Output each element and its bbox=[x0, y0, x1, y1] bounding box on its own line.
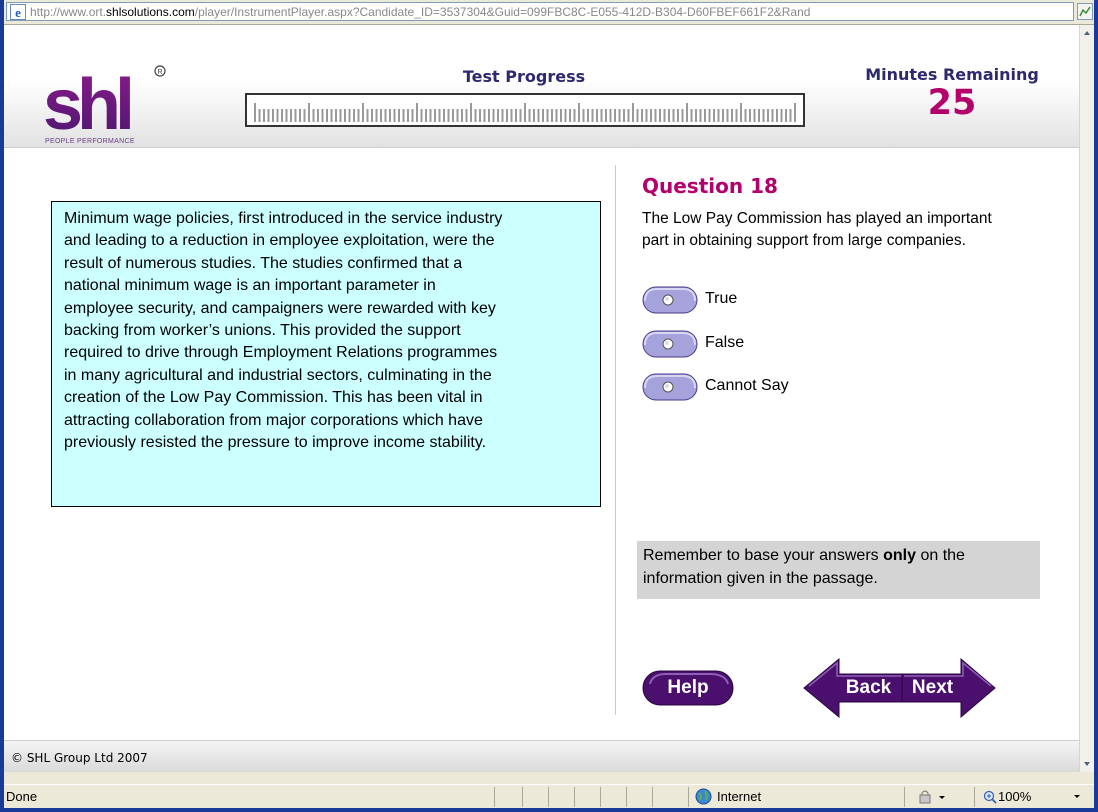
passage-line: in many agricultural and industrial sect… bbox=[64, 366, 492, 384]
question-title: Question 18 bbox=[642, 174, 778, 198]
footer: © SHL Group Ltd 2007 bbox=[4, 740, 1079, 772]
zone-label: Internet bbox=[717, 789, 762, 804]
window-border bbox=[0, 808, 1098, 812]
status-bar: Done Internet 100% bbox=[4, 784, 1094, 809]
reminder-note: Remember to base your answers only on th… bbox=[637, 541, 1040, 599]
passage-line: backing from worker’s unions. This provi… bbox=[64, 322, 461, 340]
passage-line: national minimum wage is an important pa… bbox=[64, 277, 436, 295]
ie-page-icon: e bbox=[10, 3, 26, 20]
question-statement: The Low Pay Commission has played an imp… bbox=[642, 208, 992, 252]
window-gap bbox=[4, 772, 1094, 784]
status-panel bbox=[652, 787, 688, 807]
option-label: True bbox=[705, 290, 738, 307]
help-button[interactable]: Help bbox=[642, 670, 734, 706]
next-button[interactable]: Next bbox=[901, 657, 996, 719]
status-panel bbox=[600, 787, 626, 807]
status-panel bbox=[548, 787, 574, 807]
radio-icon[interactable] bbox=[642, 285, 698, 315]
svg-text:e: e bbox=[15, 5, 21, 20]
radio-icon[interactable] bbox=[642, 329, 698, 359]
minutes-title: Minutes Remaining bbox=[865, 65, 1039, 84]
reminder-line: Remember to base your answers only on th… bbox=[643, 547, 965, 564]
svg-text:PEOPLE PERFORMANCE: PEOPLE PERFORMANCE bbox=[45, 138, 135, 145]
status-panel bbox=[522, 787, 548, 807]
shl-logo: shl R PEOPLE PERFORMANCE bbox=[43, 65, 166, 145]
passage: Minimum wage policies, first introduced … bbox=[51, 201, 601, 507]
scroll-down-icon[interactable] bbox=[1080, 755, 1094, 772]
question-line: part in obtaining support from large com… bbox=[642, 232, 966, 249]
passage-line: previously resisted the pressure to impr… bbox=[64, 434, 487, 452]
globe-icon bbox=[695, 788, 712, 805]
option-label: False bbox=[705, 334, 745, 351]
scroll-up-icon[interactable] bbox=[1080, 25, 1094, 42]
progress-bar bbox=[245, 93, 805, 127]
address-bar: e http://www.ort.shlsolutions.com/player… bbox=[4, 0, 1094, 25]
svg-text:R: R bbox=[157, 69, 162, 76]
minutes-remaining: 25 bbox=[927, 83, 977, 123]
zoom-icon[interactable] bbox=[983, 790, 997, 804]
zone-panel: Internet bbox=[688, 787, 904, 807]
copyright-text: © SHL Group Ltd 2007 bbox=[11, 751, 148, 765]
header: shl R PEOPLE PERFORMANCE Test Progress M… bbox=[4, 25, 1079, 148]
page-content: shl R PEOPLE PERFORMANCE Test Progress M… bbox=[4, 25, 1079, 772]
radio-icon[interactable] bbox=[642, 372, 698, 402]
status-panel bbox=[626, 787, 652, 807]
reminder-line: information given in the passage. bbox=[643, 570, 878, 587]
status-panel bbox=[494, 787, 522, 807]
passage-line: required to drive through Employment Rel… bbox=[64, 344, 498, 362]
chevron-down-icon[interactable] bbox=[1073, 794, 1081, 800]
passage-line: creation of the Low Pay Commission. This… bbox=[64, 389, 483, 407]
vertical-scrollbar[interactable] bbox=[1079, 25, 1094, 772]
option-false[interactable]: False bbox=[642, 329, 942, 359]
status-panel bbox=[574, 787, 600, 807]
progress-ticks bbox=[254, 103, 796, 122]
url-field[interactable]: e http://www.ort.shlsolutions.com/player… bbox=[6, 2, 1074, 21]
zoom-level: 100% bbox=[998, 789, 1032, 804]
svg-text:shl: shl bbox=[43, 65, 130, 145]
compatibility-icon[interactable] bbox=[1077, 3, 1093, 20]
option-cannot-say[interactable]: Cannot Say bbox=[642, 372, 942, 402]
column-divider bbox=[615, 165, 616, 715]
option-true[interactable]: True bbox=[642, 285, 942, 315]
progress-title: Test Progress bbox=[462, 67, 586, 86]
protected-mode-panel[interactable] bbox=[904, 787, 974, 807]
option-label: Cannot Say bbox=[705, 377, 789, 394]
lock-icon[interactable] bbox=[917, 789, 947, 805]
url-text: http://www.ort.shlsolutions.com/player/I… bbox=[30, 4, 811, 19]
passage-line: and leading to a reduction in employee e… bbox=[64, 232, 495, 250]
back-button[interactable]: Back bbox=[803, 657, 906, 719]
passage-line: attracting collaboration from major corp… bbox=[64, 411, 483, 429]
passage-line: result of numerous studies. The studies … bbox=[64, 254, 463, 272]
status-text: Done bbox=[6, 789, 38, 804]
passage-line: Minimum wage policies, first introduced … bbox=[64, 210, 503, 227]
passage-line: employee security, and campaigners were … bbox=[64, 299, 496, 317]
zoom-panel[interactable]: 100% bbox=[974, 787, 1094, 807]
question-line: The Low Pay Commission has played an imp… bbox=[642, 210, 992, 227]
